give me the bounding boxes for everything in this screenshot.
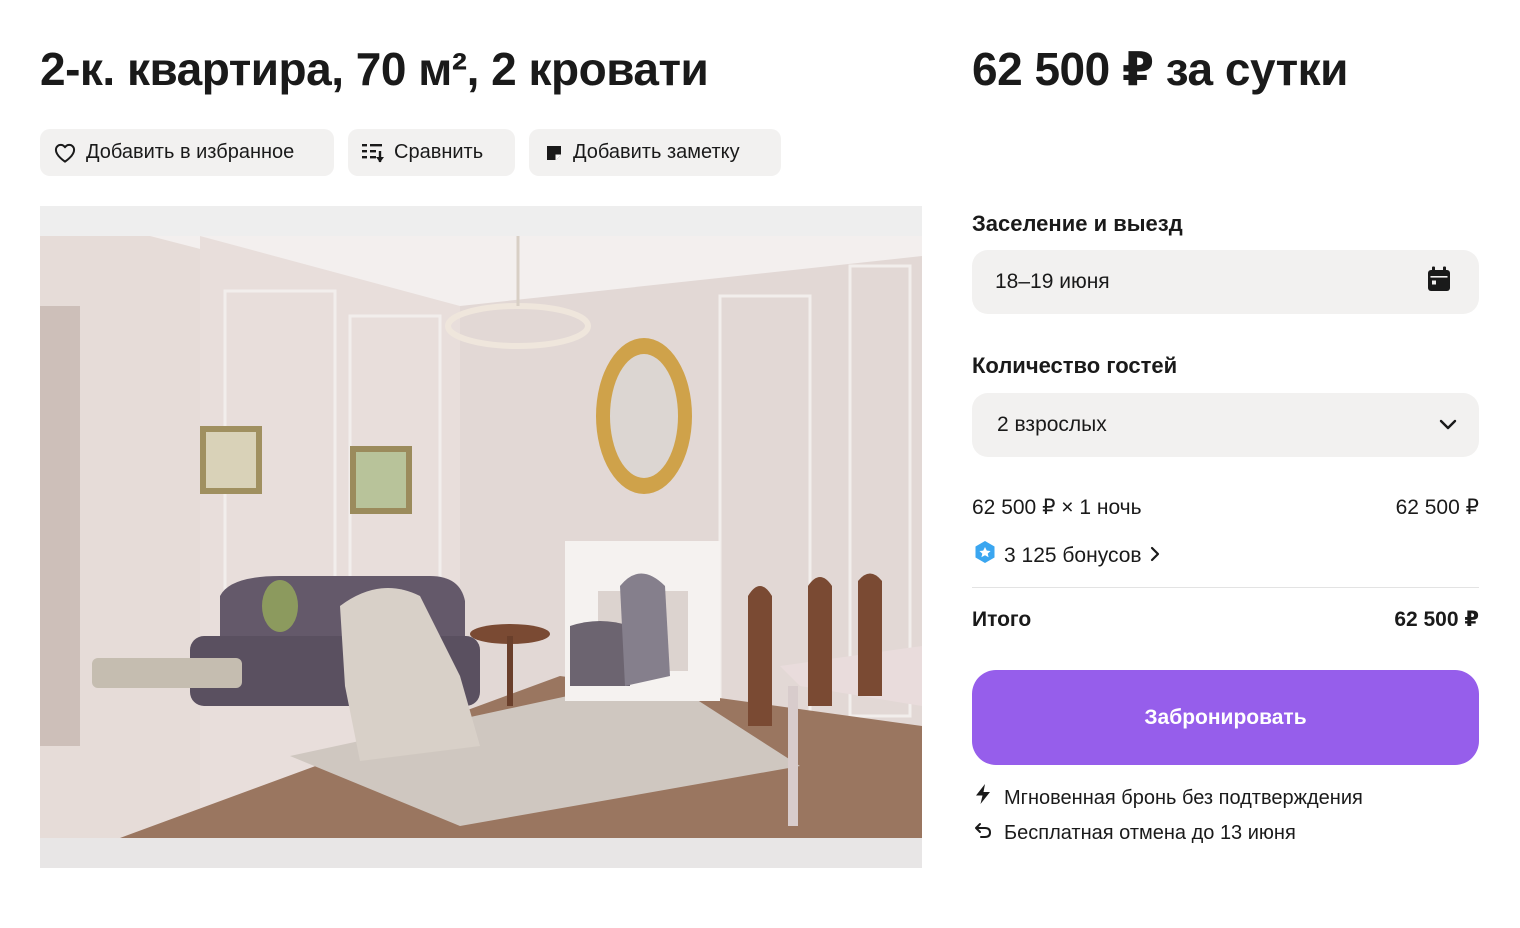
living-room-photo <box>40 206 922 868</box>
chevron-down-icon <box>1439 413 1457 437</box>
price-calc-value: 62 500 ₽ <box>1395 496 1479 519</box>
calendar-icon <box>1427 266 1451 298</box>
divider <box>972 587 1479 588</box>
listing-price: 62 500 ₽ за сутки <box>972 43 1348 95</box>
guests-select[interactable]: 2 взрослых <box>972 393 1479 457</box>
chevron-right-icon <box>1150 542 1160 570</box>
guests-label: Количество гостей <box>972 353 1178 378</box>
undo-arrow-icon <box>974 820 992 846</box>
bonus-label: 3 125 бонусов <box>1004 544 1142 567</box>
heart-icon <box>54 143 76 163</box>
guests-value: 2 взрослых <box>997 413 1107 436</box>
compare-label: Сравнить <box>394 141 484 163</box>
compare-list-icon <box>362 143 384 163</box>
feature-cancel: Бесплатная отмена до 13 июня <box>974 820 1296 846</box>
feature-instant-label: Мгновенная бронь без подтверждения <box>1004 786 1363 809</box>
bonus-link[interactable]: 3 125 бонусов <box>974 540 1160 572</box>
dates-label: Заселение и выезд <box>972 211 1183 236</box>
price-calc-row: 62 500 ₽ × 1 ночь 62 500 ₽ <box>972 494 1479 522</box>
total-label: Итого <box>972 608 1032 631</box>
compare-button[interactable]: Сравнить <box>348 129 515 176</box>
lightning-icon <box>974 783 992 812</box>
note-icon <box>545 144 563 162</box>
total-row: Итого 62 500 ₽ <box>972 606 1479 634</box>
dates-field[interactable]: 18–19 июня <box>972 250 1479 314</box>
add-note-label: Добавить заметку <box>573 141 740 163</box>
bonus-badge-icon <box>974 540 996 572</box>
total-value: 62 500 ₽ <box>1394 608 1479 631</box>
price-calc-label: 62 500 ₽ × 1 ночь <box>972 496 1142 519</box>
listing-photo[interactable] <box>40 206 922 868</box>
add-note-button[interactable]: Добавить заметку <box>529 129 781 176</box>
add-to-favorites-label: Добавить в избранное <box>86 141 295 163</box>
add-to-favorites-button[interactable]: Добавить в избранное <box>40 129 334 176</box>
listing-title: 2-к. квартира, 70 м², 2 кровати <box>40 43 709 95</box>
book-button[interactable]: Забронировать <box>972 670 1479 765</box>
listing-actions: Добавить в избранное Сравнить Добавить з… <box>40 129 781 176</box>
dates-value: 18–19 июня <box>995 270 1110 293</box>
feature-instant: Мгновенная бронь без подтверждения <box>974 783 1363 812</box>
feature-cancel-label: Бесплатная отмена до 13 июня <box>1004 822 1296 844</box>
